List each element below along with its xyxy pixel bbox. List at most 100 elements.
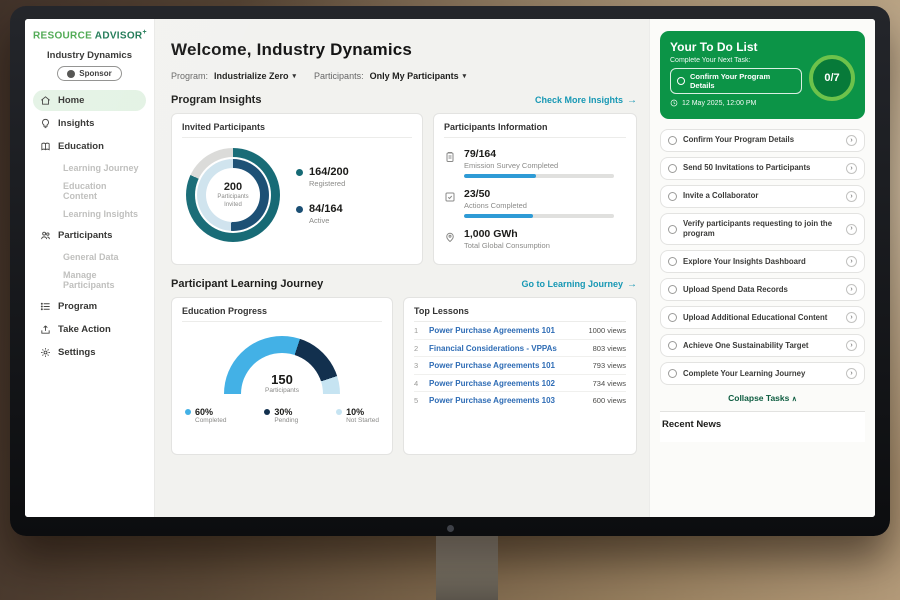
monitor-stand xyxy=(436,534,498,600)
lesson-link[interactable]: Power Purchase Agreements 103 xyxy=(429,396,587,405)
sidebar-item-learning-journey[interactable]: Learning Journey xyxy=(33,159,146,177)
monitor: RESOURCE ADVISOR+ Industry Dynamics Spon… xyxy=(10,6,890,536)
info-row-actions: 23/50 Actions Completed xyxy=(444,188,626,218)
filter-bar: Program: Industrialize Zero ▾ Participan… xyxy=(171,71,637,81)
arrow-right-icon: → xyxy=(627,95,637,106)
card-title: Invited Participants xyxy=(182,122,412,138)
sidebar-item-participants[interactable]: Participants xyxy=(33,225,146,246)
lesson-link[interactable]: Financial Considerations - VPPAs xyxy=(429,344,587,353)
sponsor-icon xyxy=(67,70,75,78)
chevron-right-icon: › xyxy=(846,340,857,351)
task-item-upload-educational-content[interactable]: Upload Additional Educational Content › xyxy=(660,306,865,329)
lesson-row: 5 Power Purchase Agreements 103 600 view… xyxy=(414,392,626,409)
lesson-link[interactable]: Power Purchase Agreements 102 xyxy=(429,379,587,388)
card-title: Education Progress xyxy=(182,306,382,322)
sidebar-item-education-content[interactable]: Education Content xyxy=(33,177,146,205)
task-checkbox[interactable] xyxy=(668,136,677,145)
recent-news-header: Recent News xyxy=(660,411,865,442)
gauge-center-label: Participants xyxy=(224,387,340,394)
gauge-center-value: 150 xyxy=(224,373,340,386)
task-item-achieve-target[interactable]: Achieve One Sustainability Target › xyxy=(660,334,865,357)
main-content: Welcome, Industry Dynamics Program: Indu… xyxy=(155,19,649,517)
go-to-learning-journey-link[interactable]: Go to Learning Journey → xyxy=(521,279,637,290)
info-row-emission-survey: 79/164 Emission Survey Completed xyxy=(444,148,626,178)
chevron-right-icon: › xyxy=(846,224,857,235)
task-item-upload-spend-data[interactable]: Upload Spend Data Records › xyxy=(660,278,865,301)
task-checkbox[interactable] xyxy=(668,313,677,322)
task-item-send-invitations[interactable]: Send 50 Invitations to Participants › xyxy=(660,157,865,180)
education-progress-gauge: 150 Participants xyxy=(224,336,340,394)
dashboard-screen: RESOURCE ADVISOR+ Industry Dynamics Spon… xyxy=(25,19,875,517)
legend-dot-registered xyxy=(296,169,303,176)
actions-completed-icon xyxy=(444,190,456,203)
sidebar-item-education[interactable]: Education xyxy=(33,136,146,157)
legend-dot-pending xyxy=(264,409,270,415)
chevron-right-icon: › xyxy=(846,135,857,146)
task-item-verify-participants[interactable]: Verify participants requesting to join t… xyxy=(660,213,865,245)
legend-item-completed: 60% Completed xyxy=(185,407,226,424)
lesson-link[interactable]: Power Purchase Agreements 101 xyxy=(429,326,582,335)
invited-participants-donut: 200 Participants Invited xyxy=(186,148,280,242)
donut-center-label: Participants Invited xyxy=(213,193,253,209)
participants-select[interactable]: Only My Participants ▾ xyxy=(370,71,467,81)
brand-logo: RESOURCE ADVISOR+ xyxy=(33,29,146,41)
sidebar-item-settings[interactable]: Settings xyxy=(33,342,146,363)
task-checkbox[interactable] xyxy=(668,369,677,378)
task-list: Confirm Your Program Details › Send 50 I… xyxy=(660,129,865,390)
clock-icon xyxy=(670,99,678,107)
home-icon xyxy=(40,95,51,106)
program-select[interactable]: Industrialize Zero ▾ xyxy=(214,71,296,81)
legend-item-not-started: 10% Not Started xyxy=(336,407,379,424)
task-item-explore-insights[interactable]: Explore Your Insights Dashboard › xyxy=(660,250,865,273)
task-item-confirm-program[interactable]: Confirm Your Program Details › xyxy=(660,129,865,152)
sponsor-badge: Sponsor xyxy=(57,66,121,81)
participants-filter-label: Participants: xyxy=(314,71,364,81)
todo-title: Your To Do List xyxy=(670,40,855,54)
chevron-right-icon: › xyxy=(846,256,857,267)
chevron-up-icon: ∧ xyxy=(792,396,797,403)
people-icon xyxy=(40,230,51,241)
section-title-program-insights: Program Insights xyxy=(171,94,261,106)
todo-card: Your To Do List Complete Your Next Task:… xyxy=(660,31,865,119)
chevron-down-icon: ▾ xyxy=(293,72,297,80)
sidebar-item-manage-participants[interactable]: Manage Participants xyxy=(33,266,146,294)
lesson-row: 3 Power Purchase Agreements 101 793 view… xyxy=(414,357,626,375)
legend-dot-active xyxy=(296,206,303,213)
actions-progressbar xyxy=(464,214,614,218)
task-checkbox[interactable] xyxy=(668,341,677,350)
donut-center-value: 200 xyxy=(224,181,242,193)
top-lessons-card: Top Lessons 1 Power Purchase Agreements … xyxy=(403,297,637,455)
task-item-complete-learning-journey[interactable]: Complete Your Learning Journey › xyxy=(660,362,865,385)
todo-progress-badge: 0/7 xyxy=(809,55,855,101)
check-more-insights-link[interactable]: Check More Insights → xyxy=(535,95,637,106)
lesson-row: 2 Financial Considerations - VPPAs 803 v… xyxy=(414,340,626,358)
task-checkbox[interactable] xyxy=(668,164,677,173)
sidebar-item-learning-insights[interactable]: Learning Insights xyxy=(33,205,146,223)
legend-dot-not-started xyxy=(336,409,342,415)
collapse-tasks-button[interactable]: Collapse Tasks ∧ xyxy=(660,393,865,403)
sidebar-item-take-action[interactable]: Take Action xyxy=(33,319,146,340)
lesson-link[interactable]: Power Purchase Agreements 101 xyxy=(429,361,587,370)
card-title: Participants Information xyxy=(444,122,626,138)
task-item-invite-collaborator[interactable]: Invite a Collaborator › xyxy=(660,185,865,208)
task-checkbox[interactable] xyxy=(668,285,677,294)
chevron-right-icon: › xyxy=(846,312,857,323)
todo-panel: Your To Do List Complete Your Next Task:… xyxy=(649,19,875,517)
education-progress-card: Education Progress 150 Participants xyxy=(171,297,393,455)
participants-information-card: Participants Information 79/164 Emission… xyxy=(433,113,637,265)
emission-survey-icon xyxy=(444,150,456,163)
task-checkbox[interactable] xyxy=(668,192,677,201)
next-task-chip[interactable]: Confirm Your Program Details xyxy=(670,68,802,94)
info-row-consumption: 1,000 GWh Total Global Consumption xyxy=(444,228,626,250)
card-title: Top Lessons xyxy=(414,306,626,322)
section-title-learning-journey: Participant Learning Journey xyxy=(171,278,323,290)
task-checkbox[interactable] xyxy=(668,257,677,266)
sidebar-item-program[interactable]: Program xyxy=(33,296,146,317)
sidebar-item-home[interactable]: Home xyxy=(33,90,146,111)
task-checkbox[interactable] xyxy=(668,225,677,234)
book-icon xyxy=(40,141,51,152)
sidebar-item-general-data[interactable]: General Data xyxy=(33,248,146,266)
gear-icon xyxy=(40,347,51,358)
org-name: Industry Dynamics xyxy=(33,50,146,61)
sidebar-item-insights[interactable]: Insights xyxy=(33,113,146,134)
